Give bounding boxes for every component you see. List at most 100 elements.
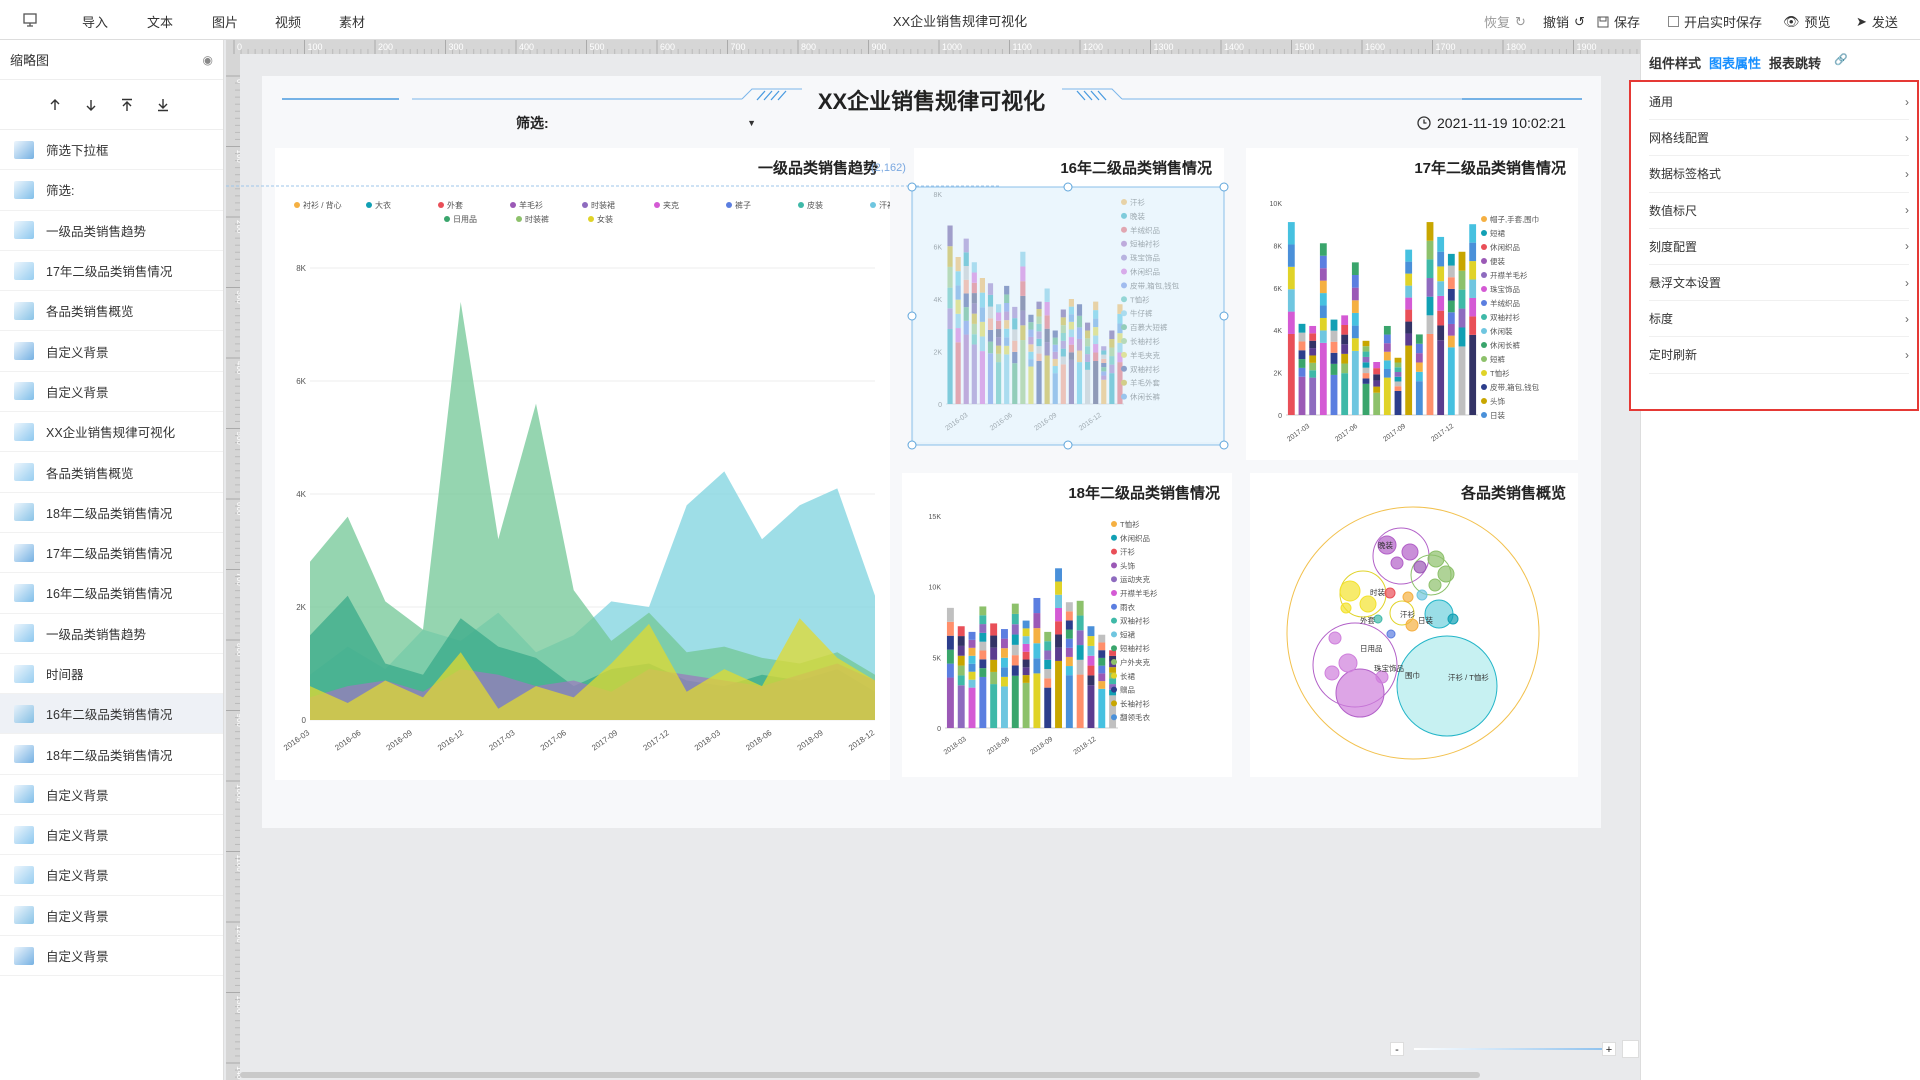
bar-segment[interactable] (1101, 367, 1107, 372)
legend-item[interactable]: 百慕大短裤 (1130, 322, 1168, 332)
bar-segment[interactable] (1351, 325, 1359, 339)
bubble[interactable] (1413, 560, 1427, 574)
bar-segment[interactable] (1065, 620, 1073, 630)
bar-segment[interactable] (1447, 323, 1455, 336)
bar-segment[interactable] (957, 655, 965, 666)
legend-item[interactable]: 雨衣 (1120, 602, 1136, 612)
bar-segment[interactable] (946, 649, 954, 664)
bar-segment[interactable] (987, 318, 994, 330)
bar-segment[interactable] (1087, 675, 1095, 686)
bar-segment[interactable] (1330, 341, 1338, 353)
bar-segment[interactable] (1117, 342, 1123, 353)
bar-segment[interactable] (1068, 344, 1074, 353)
autosave-checkbox[interactable] (1668, 16, 1679, 27)
legend-item[interactable]: 短袖衬衫 (1120, 643, 1150, 653)
bar-segment[interactable] (1076, 630, 1084, 646)
bar-segment[interactable] (987, 329, 994, 342)
bar-segment[interactable] (1052, 337, 1058, 345)
bar-segment[interactable] (1287, 289, 1295, 312)
bar-segment[interactable] (1022, 659, 1030, 668)
bar-segment[interactable] (1437, 266, 1445, 282)
bar-segment[interactable] (1109, 650, 1117, 656)
bar-segment[interactable] (1415, 362, 1423, 372)
bubble[interactable] (1359, 595, 1377, 613)
bar-segment[interactable] (1341, 315, 1349, 325)
bar-segment[interactable] (1085, 346, 1091, 355)
property-item[interactable]: 悬浮文本设置 › (1649, 265, 1909, 302)
bar-segment[interactable] (1004, 320, 1010, 329)
bar-segment[interactable] (1109, 678, 1117, 685)
bar-segment[interactable] (1055, 607, 1062, 622)
bar-segment[interactable] (1020, 295, 1026, 311)
bar-segment[interactable] (990, 684, 998, 728)
bar-segment[interactable] (1044, 288, 1050, 302)
legend-item[interactable]: 珠宝饰品 (1490, 284, 1520, 294)
bar-segment[interactable] (1055, 647, 1062, 661)
bar-segment[interactable] (1085, 322, 1091, 331)
bar-segment[interactable] (1076, 674, 1084, 728)
bar-segment[interactable] (1469, 316, 1477, 335)
bar-segment[interactable] (1437, 310, 1445, 326)
bar-segment[interactable] (1036, 301, 1042, 310)
legend-item[interactable]: 皮装 (807, 200, 823, 210)
bar-segment[interactable] (1036, 338, 1042, 347)
bar-segment[interactable] (1373, 374, 1381, 381)
legend-item[interactable]: 休闲织品 (1490, 242, 1520, 252)
bar-segment[interactable] (1085, 330, 1091, 339)
layer-item[interactable]: 自定义背景 (0, 855, 223, 896)
autosave-toggle[interactable]: 开启实时保存 (1668, 12, 1762, 31)
bar-segment[interactable] (1373, 392, 1381, 415)
bar-segment[interactable] (1055, 568, 1062, 582)
layer-item[interactable]: 18年二级品类销售情况 (0, 493, 223, 533)
legend-item[interactable]: 羊毛衫 (519, 200, 543, 210)
bar-segment[interactable] (946, 607, 954, 622)
bar-segment[interactable] (1319, 255, 1327, 269)
bar-segment[interactable] (979, 624, 987, 633)
bar-segment[interactable] (1101, 346, 1107, 351)
bar-segment[interactable] (946, 621, 954, 636)
bar-segment[interactable] (1033, 643, 1041, 659)
bar-segment[interactable] (1022, 620, 1030, 629)
bar-segment[interactable] (971, 334, 977, 345)
bar-segment[interactable] (1330, 374, 1338, 415)
bar-segment[interactable] (971, 272, 977, 283)
bar-segment[interactable] (1001, 629, 1008, 639)
bar-segment[interactable] (963, 279, 969, 294)
legend-item[interactable]: 珠宝饰品 (1130, 253, 1160, 263)
bar-segment[interactable] (1319, 280, 1327, 294)
bar-segment[interactable] (1426, 315, 1434, 334)
bar-segment[interactable] (1093, 301, 1099, 311)
bar-segment[interactable] (979, 307, 985, 322)
bar-segment[interactable] (1076, 327, 1083, 339)
bar-segment[interactable] (1109, 356, 1115, 365)
bar-segment[interactable] (1020, 325, 1026, 341)
bar-segment[interactable] (1055, 634, 1062, 648)
bubble[interactable] (1373, 614, 1383, 624)
bar-segment[interactable] (1101, 362, 1107, 368)
legend-item[interactable]: 短裙 (1490, 228, 1506, 238)
bar-segment[interactable] (947, 329, 953, 404)
bar-segment[interactable] (955, 313, 961, 329)
bar-segment[interactable] (963, 238, 969, 253)
bar-segment[interactable] (963, 320, 969, 335)
legend-item[interactable]: 大衣 (375, 200, 391, 210)
bar-segment[interactable] (1004, 294, 1010, 304)
bar-segment[interactable] (1044, 669, 1052, 679)
layer-item[interactable]: 17年二级品类销售情况 (0, 533, 223, 574)
property-item[interactable]: 刻度配置 › (1649, 229, 1909, 265)
bar-segment[interactable] (1033, 628, 1041, 644)
bar-segment[interactable] (1437, 236, 1445, 252)
bar-segment[interactable] (1426, 259, 1434, 279)
bar-segment[interactable] (1298, 350, 1306, 360)
layer-item[interactable]: 各品类销售概览 (0, 452, 223, 493)
bar-segment[interactable] (1036, 361, 1042, 404)
bar-segment[interactable] (1362, 362, 1370, 368)
bubble[interactable] (1447, 613, 1459, 625)
bar-segment[interactable] (1437, 281, 1445, 296)
bar-segment[interactable] (1076, 659, 1084, 675)
bar-segment[interactable] (1052, 330, 1058, 338)
tab-report-jump[interactable]: 报表跳转 (1769, 53, 1821, 72)
legend-item[interactable]: 长袖衬衫 (1130, 336, 1160, 346)
bar-segment[interactable] (1362, 367, 1370, 374)
bar-segment[interactable] (1011, 613, 1019, 625)
